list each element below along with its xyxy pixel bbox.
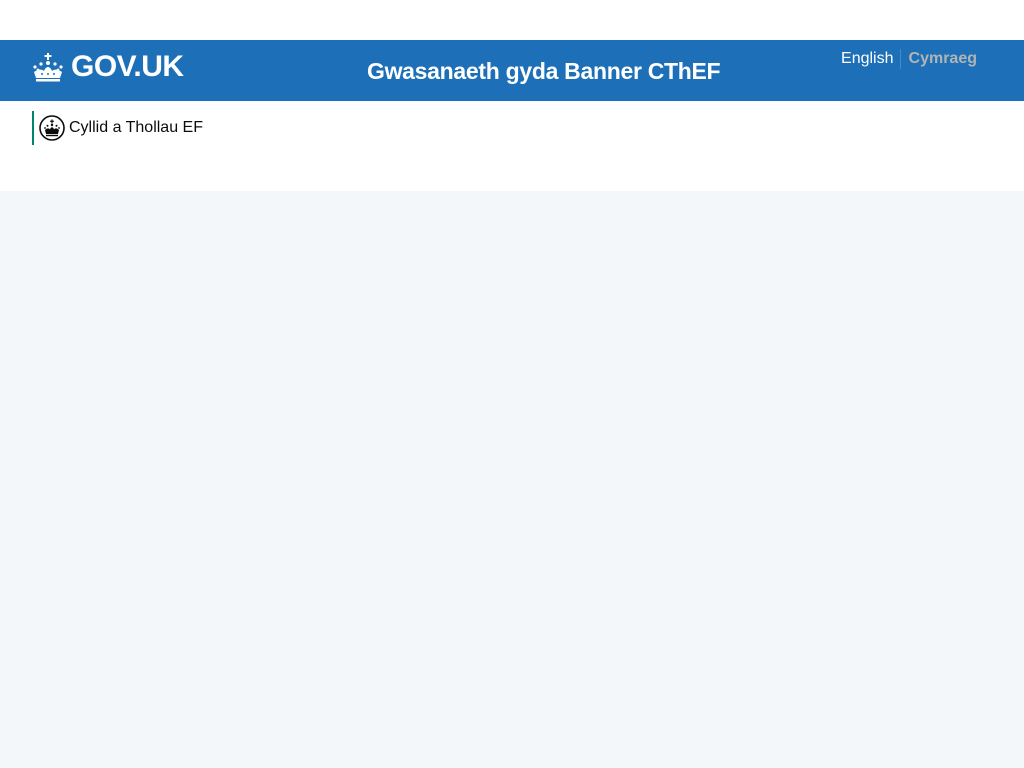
crown-icon	[33, 53, 63, 82]
organisation-brand: Cyllid a Thollau EF	[32, 111, 203, 145]
service-name-link[interactable]: Gwasanaeth gyda Banner CThEF	[367, 60, 721, 83]
main-content	[0, 191, 1024, 768]
organisation-name: Cyllid a Thollau EF	[69, 119, 203, 136]
govuk-header: GOV.UK Gwasanaeth gyda Banner CThEF Engl…	[0, 40, 1024, 101]
govuk-logo-link[interactable]: GOV.UK	[32, 52, 184, 82]
crest-icon	[39, 115, 65, 141]
govuk-logo-text: GOV.UK	[71, 50, 184, 83]
language-welsh-current: Cymraeg	[908, 50, 977, 67]
language-english-link[interactable]: English	[841, 49, 901, 69]
organisation-bar: Cyllid a Thollau EF	[0, 101, 1024, 191]
language-switcher: English Cymraeg	[841, 49, 977, 69]
top-spacer	[0, 0, 1024, 40]
